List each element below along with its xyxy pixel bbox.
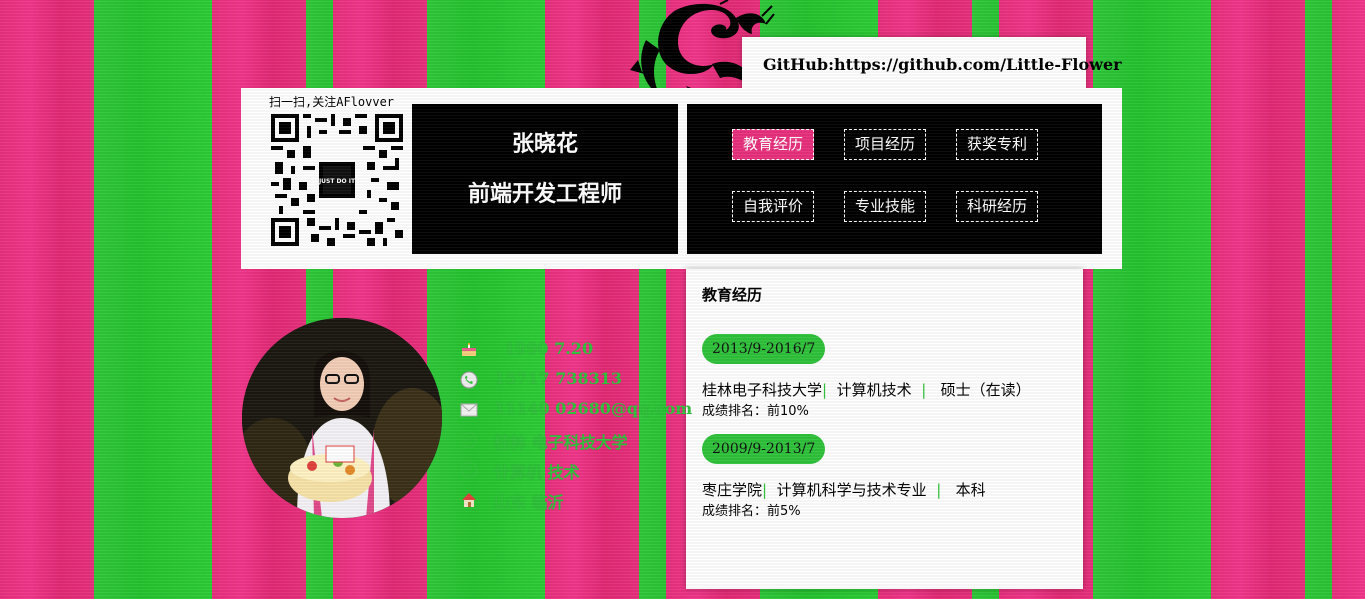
major-icon: 专 (460, 461, 478, 479)
birthday-text: 1990 7.20 (504, 339, 594, 358)
major-text: 计算机 技术 (494, 463, 580, 482)
phone-text: 15717 738313 (494, 369, 623, 388)
profile-name: 张晓花 (511, 131, 578, 157)
avatar (242, 318, 442, 518)
education-major: 计算机技术 (836, 381, 912, 399)
school-icon: 校 (460, 431, 478, 449)
education-degree: 本科 (955, 481, 986, 499)
education-school: 桂林电子科技大学 (702, 381, 823, 399)
name-card: 张晓花 前端开发工程师 (412, 104, 678, 254)
qr-code-icon: JUST DO IT (271, 114, 403, 246)
github-link[interactable]: GitHub:https://github.com/Little-Flower (763, 55, 1122, 74)
svg-text:校: 校 (464, 435, 473, 447)
home-icon (460, 491, 478, 509)
cake-icon (460, 341, 478, 359)
qr-center-label: JUST DO IT (318, 178, 356, 185)
content-panel (686, 269, 1083, 589)
education-entry-line: 枣庄学院| 计算机科学与技术专业 | 本科 (702, 479, 986, 500)
separator: | (762, 481, 768, 499)
separator: | (921, 381, 927, 399)
section-title: 教育经历 (702, 286, 763, 304)
education-rank: 成绩排名：前10% (702, 404, 809, 419)
nav-card: 教育经历 项目经历 获奖专利 自我评价 专业技能 科研经历 (687, 104, 1102, 254)
separator: | (936, 481, 942, 499)
email-icon (460, 401, 478, 419)
education-rank: 成绩排名：前5% (702, 504, 801, 519)
profile-role: 前端开发工程师 (467, 181, 622, 207)
tab-education[interactable]: 教育经历 (732, 129, 814, 160)
email-text: 11140 02680@qq.com (494, 399, 693, 418)
phone-icon (460, 371, 478, 389)
education-degree: 硕士（在读） (940, 381, 1031, 399)
education-major: 计算机科学与技术专业 (776, 481, 927, 499)
tab-self-evaluation[interactable]: 自我评价 (732, 191, 814, 222)
separator: | (822, 381, 828, 399)
avatar-photo (242, 318, 442, 518)
location-text: 山东 临沂 (494, 493, 564, 512)
tab-research[interactable]: 科研经历 (956, 191, 1038, 222)
education-period: 2009/9-2013/7 (702, 434, 826, 464)
school-text: 桂林 电子科技大学 (494, 433, 628, 452)
qr-caption: 扫一扫,关注AFlovver (269, 95, 395, 109)
svg-text:专: 专 (464, 465, 473, 477)
tab-skills[interactable]: 专业技能 (844, 191, 926, 222)
tab-projects[interactable]: 项目经历 (844, 129, 926, 160)
education-period: 2013/9-2016/7 (702, 334, 826, 364)
tab-awards[interactable]: 获奖专利 (956, 129, 1038, 160)
education-entry-line: 桂林电子科技大学| 计算机技术 | 硕士（在读） (702, 379, 1031, 400)
education-school: 枣庄学院 (702, 481, 763, 499)
